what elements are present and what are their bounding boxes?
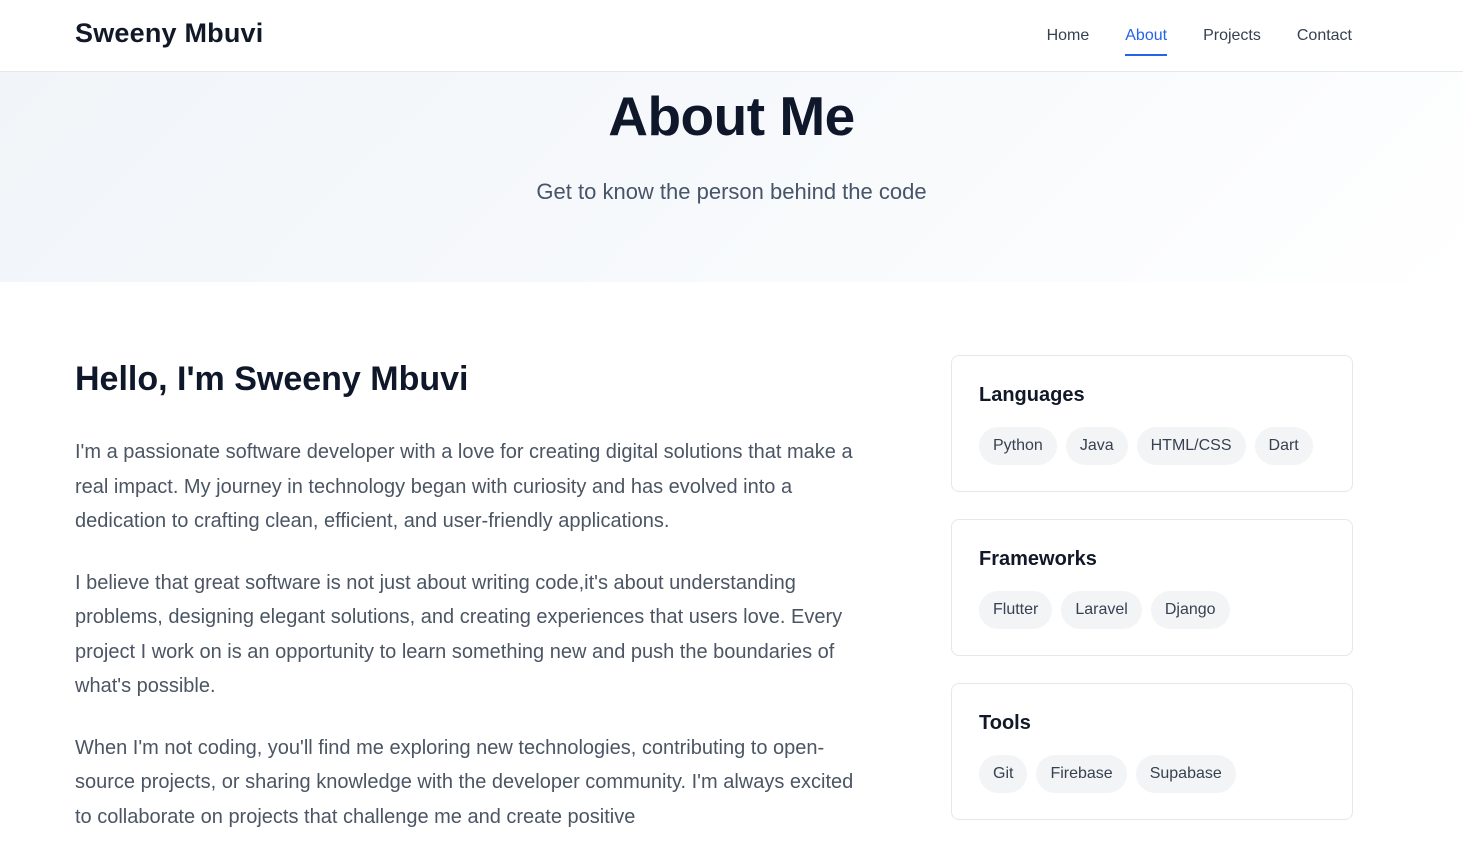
greeting-heading: Hello, I'm Sweeny Mbuvi [75, 360, 469, 398]
hero-section: About Me Get to know the person behind t… [0, 72, 1463, 282]
site-brand[interactable]: Sweeny Mbuvi [75, 18, 263, 49]
skill-tag: Supabase [1135, 755, 1236, 793]
skill-tag: Python [979, 427, 1057, 465]
card-title: Frameworks [979, 548, 1097, 570]
skills-card-tools: Tools Git Firebase Supabase [951, 683, 1353, 820]
bio-paragraph-1: I'm a passionate software developer with… [75, 441, 853, 532]
nav-link-projects[interactable]: Projects [1203, 26, 1261, 56]
skill-tag: HTML/CSS [1136, 427, 1246, 465]
card-title: Tools [979, 712, 1031, 734]
nav-link-contact[interactable]: Contact [1297, 26, 1352, 56]
tag-list: Flutter Laravel Django [979, 591, 1325, 629]
page-title: About Me [608, 85, 855, 147]
bio-paragraph-2: I believe that great software is not jus… [75, 571, 843, 698]
skills-sidebar: Languages Python Java HTML/CSS Dart Fram… [951, 355, 1353, 847]
nav-link-home[interactable]: Home [1047, 26, 1090, 56]
skill-tag: Firebase [1036, 755, 1127, 793]
tag-list: Git Firebase Supabase [979, 755, 1325, 793]
skill-tag: Java [1065, 427, 1128, 465]
top-navbar: Sweeny Mbuvi Home About Projects Contact [0, 0, 1463, 72]
skill-tag: Git [979, 755, 1028, 793]
card-title: Languages [979, 384, 1085, 406]
about-content: Hello, I'm Sweeny Mbuvi I'm a passionate… [75, 360, 875, 861]
tag-list: Python Java HTML/CSS Dart [979, 427, 1325, 465]
skill-tag: Laravel [1061, 591, 1142, 629]
page-subtitle: Get to know the person behind the code [536, 179, 927, 204]
nav-menu: Home About Projects Contact [1047, 26, 1352, 56]
nav-link-about[interactable]: About [1125, 26, 1168, 56]
skill-tag: Flutter [979, 591, 1053, 629]
skills-card-languages: Languages Python Java HTML/CSS Dart [951, 355, 1353, 492]
skills-card-frameworks: Frameworks Flutter Laravel Django [951, 519, 1353, 656]
skill-tag: Django [1150, 591, 1230, 629]
skill-tag: Dart [1254, 427, 1313, 465]
bio-paragraph-3: When I'm not coding, you'll find me expl… [75, 736, 854, 828]
